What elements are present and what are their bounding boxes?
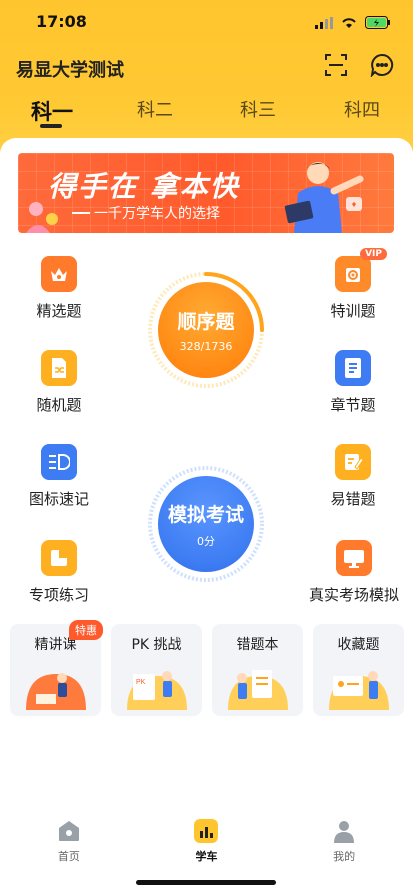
banner-small-figure-icon bbox=[26, 202, 58, 233]
signal-icon bbox=[315, 14, 333, 33]
feature-jingxuan[interactable]: 精选题 bbox=[4, 256, 114, 321]
feature-zhangjie[interactable]: 章节题 bbox=[298, 350, 408, 415]
lecture-illustration-icon bbox=[25, 673, 86, 710]
tab-ke2[interactable]: 科二 bbox=[115, 96, 195, 122]
card-cuotiben[interactable]: 错题本 bbox=[212, 624, 303, 716]
wrongbook-illustration-icon bbox=[227, 670, 288, 710]
message-icon[interactable] bbox=[369, 52, 395, 78]
svg-text:PK: PK bbox=[136, 679, 146, 686]
document-icon bbox=[335, 350, 371, 386]
discount-badge: 特惠 bbox=[69, 620, 103, 640]
sequence-title: 顺序题 bbox=[177, 311, 235, 333]
tab-indicator bbox=[40, 124, 62, 128]
feature-zhuanxiang[interactable]: 专项练习 bbox=[4, 540, 114, 605]
list-icon bbox=[41, 444, 77, 480]
home-indicator bbox=[136, 880, 276, 885]
favorites-illustration-icon bbox=[328, 671, 389, 710]
exam-title: 模拟考试 bbox=[167, 503, 244, 526]
shuffle-icon bbox=[41, 350, 77, 386]
banner-subtitle: 一千万学车人的选择 bbox=[94, 206, 220, 222]
feature-zhenshi[interactable]: 真实考场模拟 bbox=[298, 540, 410, 605]
nav-home[interactable]: 首页 bbox=[29, 812, 109, 872]
vip-badge: VIP bbox=[360, 248, 387, 260]
grid-icon bbox=[41, 540, 77, 576]
card-jingjiangke[interactable]: 精讲课 特惠 bbox=[10, 620, 103, 716]
tab-ke1[interactable]: 科一 bbox=[12, 96, 92, 126]
chart-icon bbox=[193, 818, 219, 844]
banner-figure-icon bbox=[284, 162, 364, 233]
user-icon bbox=[331, 818, 357, 844]
status-bar: 17:08 bbox=[0, 12, 413, 34]
card-shoucang[interactable]: 收藏题 bbox=[313, 624, 404, 716]
subject-tabs: 科一 科二 科三 科四 bbox=[0, 96, 413, 136]
mock-exam[interactable]: 模拟考试 0分 bbox=[146, 464, 266, 584]
tab-ke3[interactable]: 科三 bbox=[218, 96, 298, 122]
tab-ke4[interactable]: 科四 bbox=[322, 96, 402, 122]
nav-mine[interactable]: 我的 bbox=[304, 812, 384, 872]
pk-illustration-icon: PK bbox=[126, 671, 187, 710]
battery-icon bbox=[365, 14, 391, 33]
feature-suiji[interactable]: 随机题 bbox=[4, 350, 114, 415]
bottom-nav: 首页 学车 我的 bbox=[0, 812, 413, 872]
app-title: 易显大学测试 bbox=[16, 60, 124, 81]
card-pk[interactable]: PK 挑战 PK bbox=[111, 624, 202, 716]
monitor-icon bbox=[336, 540, 372, 576]
feature-yicuo[interactable]: 易错题 bbox=[298, 444, 408, 509]
home-icon bbox=[56, 818, 82, 844]
course-cards: 精讲课 特惠 PK 挑战 PK 错题本 收藏题 bbox=[10, 620, 404, 716]
edit-icon bbox=[335, 444, 371, 480]
exam-score: 0分 bbox=[197, 534, 215, 548]
wifi-icon bbox=[341, 14, 357, 33]
nav-xueche[interactable]: 学车 bbox=[166, 812, 246, 872]
feature-tubiao[interactable]: 图标速记 bbox=[4, 444, 114, 509]
target-icon: VIP bbox=[335, 248, 387, 292]
crown-icon bbox=[41, 256, 77, 292]
banner-title: 得手在 拿本快 bbox=[48, 170, 240, 203]
scan-icon[interactable] bbox=[323, 52, 349, 78]
status-time: 17:08 bbox=[36, 12, 87, 31]
sequence-practice[interactable]: 顺序题 328/1736 bbox=[146, 270, 266, 390]
promo-banner[interactable]: 得手在 拿本快 一千万学车人的选择 bbox=[18, 153, 394, 233]
sequence-progress: 328/1736 bbox=[179, 340, 233, 353]
feature-texun[interactable]: VIP 特训题 bbox=[298, 248, 408, 321]
